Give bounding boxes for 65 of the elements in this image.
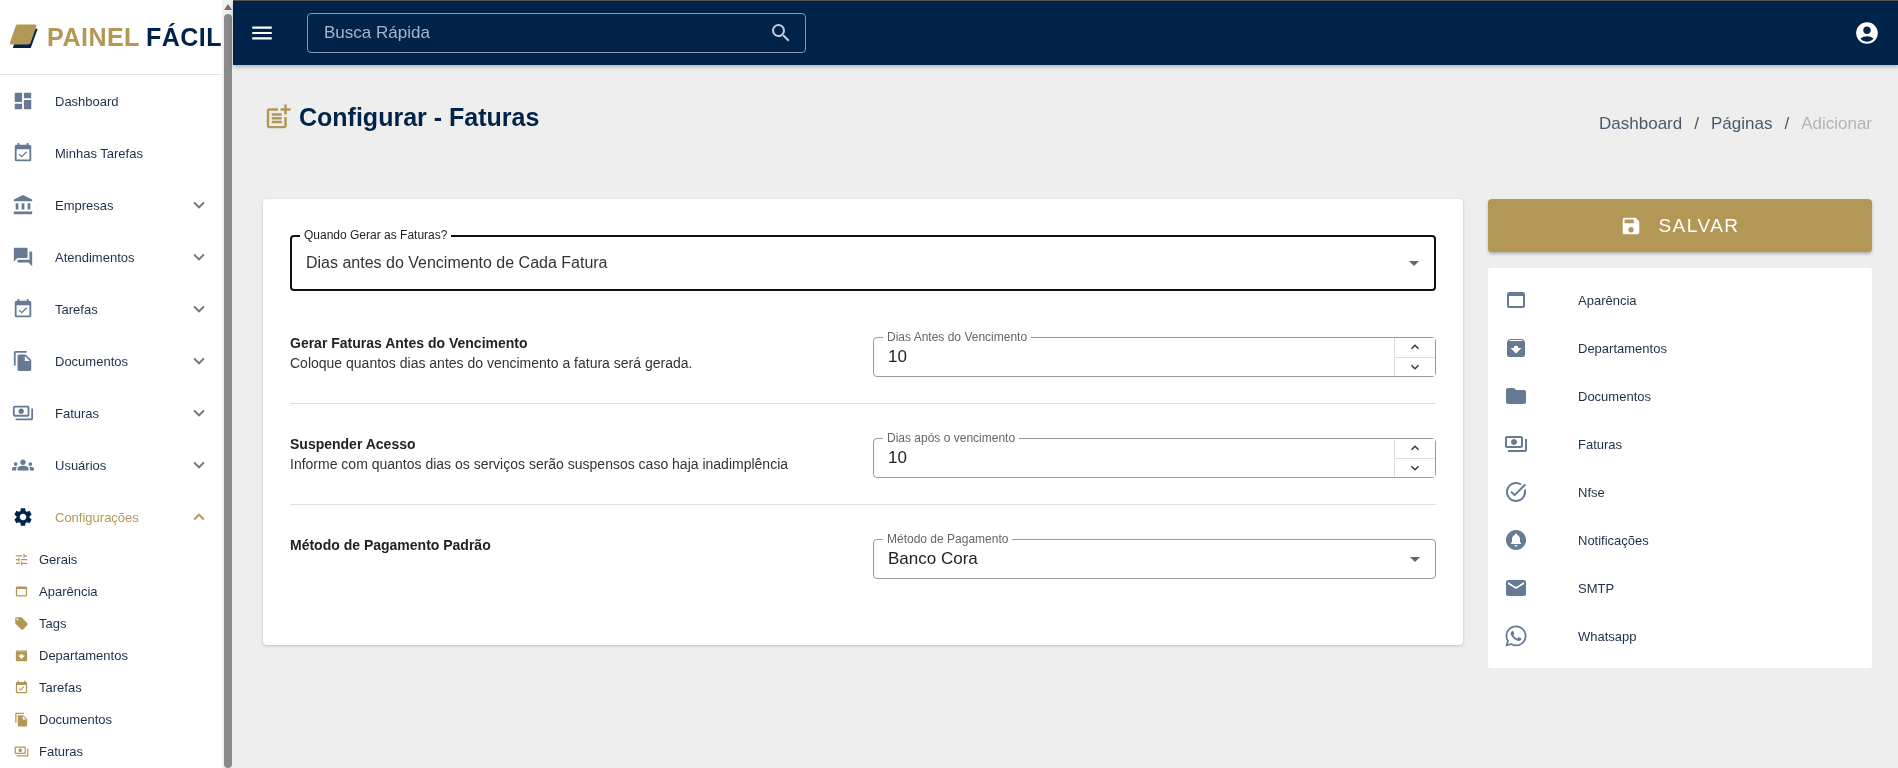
setting-title: Método de Pagamento Padrão (290, 537, 492, 553)
documents-icon (14, 711, 29, 727)
settings-menu-item[interactable]: Nfse (1488, 468, 1872, 516)
sidebar-item[interactable]: Atendimentos (0, 231, 222, 283)
calendar-check-icon (14, 679, 29, 695)
sidebar-item[interactable]: Usuários (0, 439, 222, 491)
field-value: 10 (888, 448, 908, 468)
sidebar-item[interactable]: Documentos (0, 335, 222, 387)
setting-title: Gerar Faturas Antes do Vencimento (290, 335, 529, 351)
sidebar-subitem[interactable]: Gerais (0, 543, 222, 575)
archive-icon (14, 647, 29, 663)
bank-icon (12, 194, 34, 216)
settings-icon (12, 506, 34, 528)
settings-menu-item[interactable]: SMTP (1488, 564, 1872, 612)
sidebar-item[interactable]: Minhas Tarefas (0, 127, 222, 179)
bell-icon (1504, 528, 1528, 552)
breadcrumb-item[interactable]: Dashboard (1599, 114, 1683, 134)
settings-menu-item[interactable]: Documentos (1488, 372, 1872, 420)
sidebar-item[interactable]: Dashboard (0, 75, 222, 127)
sidebar-item[interactable]: Tarefas (0, 283, 222, 335)
field-value: Banco Cora (888, 549, 979, 569)
field-value: Dias antes do Vencimento de Cada Fatura (306, 254, 609, 272)
setting-description: Informe com quantos dias os serviços serão suspensos caso haja inadimplência (290, 456, 790, 472)
archive-icon (1504, 336, 1528, 360)
decrement-button[interactable] (1395, 356, 1435, 376)
tag-icon (14, 615, 29, 631)
field-label: Dias Antes do Vencimento (883, 330, 1032, 344)
dropdown-caret-icon (1410, 556, 1420, 562)
settings-menu-item[interactable]: Faturas (1488, 420, 1872, 468)
dropdown-caret-icon (1409, 260, 1419, 266)
sidebar-item[interactable]: Empresas (0, 179, 222, 231)
logo-text: PAINEL FÁCIL (47, 22, 222, 52)
settings-menu-item[interactable]: Notificações (1488, 516, 1872, 564)
sidebar-subitem[interactable]: Documentos (0, 703, 222, 735)
sidebar-subitem[interactable]: Tags (0, 607, 222, 639)
calendar-check-icon (12, 142, 34, 164)
documents-icon (12, 350, 34, 372)
settings-menu-item[interactable]: Whatsapp (1488, 612, 1872, 660)
account-button[interactable] (1854, 20, 1880, 46)
field-label: Dias após o vencimento (883, 431, 1020, 445)
calendar-check-icon (12, 298, 34, 320)
sidebar-item[interactable]: Faturas (0, 387, 222, 439)
search-box[interactable]: Busca Rápida (307, 13, 806, 53)
breadcrumb-separator: / (1694, 114, 1699, 134)
sidebar-subitem[interactable]: Departamentos (0, 639, 222, 671)
whatsapp-icon (1504, 624, 1528, 648)
sidebar-subitem[interactable]: Tarefas (0, 671, 222, 703)
breadcrumb-separator: / (1784, 114, 1790, 134)
search-field[interactable]: Busca Rápida (322, 22, 769, 44)
dashboard-icon (12, 90, 34, 112)
setting-description: Coloque quantos dias antes do vencimento a fatura será gerada. (290, 355, 694, 371)
field-value: 10 (888, 347, 908, 367)
decrement-button[interactable] (1395, 457, 1435, 477)
breadcrumb-item[interactable]: Páginas (1710, 114, 1773, 134)
sliders-icon (14, 551, 29, 567)
sidebar-subitem[interactable]: Aparência (0, 575, 222, 607)
field-label: Quando Gerar as Faturas? (300, 228, 452, 242)
settings-menu-item[interactable]: Aparência (1488, 276, 1872, 324)
sidebar-subitem[interactable]: Faturas (0, 735, 222, 767)
settings-menu-item[interactable]: Departamentos (1488, 324, 1872, 372)
page-title: Configurar - Faturas (299, 102, 540, 132)
chat-icon (12, 246, 34, 268)
field-label: Método de Pagamento (883, 532, 1013, 546)
breadcrumb-item: Adicionar (1801, 114, 1872, 134)
setting-title: Suspender Acesso (290, 436, 417, 452)
